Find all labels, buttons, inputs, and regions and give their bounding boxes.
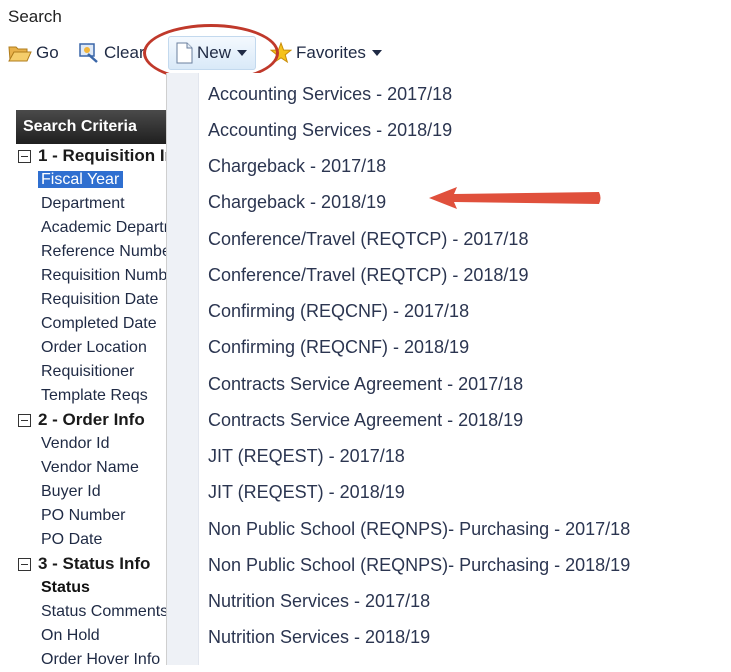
menu-item[interactable]: Accounting Services - 2017/18: [208, 84, 452, 105]
favorites-button[interactable]: Favorites: [270, 38, 382, 68]
clear-label: Clear: [104, 43, 145, 62]
menu-item[interactable]: Accounting Services - 2018/19: [208, 120, 452, 141]
tree-group-label: 2 - Order Info: [38, 410, 145, 429]
tree-group-label: 1 - Requisition Info: [38, 146, 166, 165]
tree-item[interactable]: Reference Number: [16, 240, 166, 264]
tree-item[interactable]: PO Number: [16, 504, 166, 528]
go-label: Go: [36, 43, 59, 62]
collapse-icon[interactable]: [18, 149, 31, 163]
tree-item[interactable]: Department: [16, 192, 166, 216]
tree-item[interactable]: Completed Date: [16, 312, 166, 336]
toolbar: Go Clear New Favorites: [0, 36, 731, 70]
tree-group-requisition[interactable]: 1 - Requisition Info: [16, 144, 166, 168]
tree-item[interactable]: Requisitioner: [16, 360, 166, 384]
menu-item-chargeback-2018-19[interactable]: Chargeback - 2018/19: [208, 192, 386, 213]
tree-item[interactable]: Order Location: [16, 336, 166, 360]
tree-item[interactable]: Academic Department: [16, 216, 166, 240]
menu-item[interactable]: JIT (REQEST) - 2017/18: [208, 446, 405, 467]
annotation-arrow-icon: [429, 187, 601, 209]
search-criteria-header: Search Criteria: [16, 110, 166, 144]
tree-group-status[interactable]: 3 - Status Info: [16, 552, 166, 576]
tree-item[interactable]: Order Hover Info: [16, 648, 166, 672]
page-title: Search: [8, 7, 62, 26]
collapse-icon[interactable]: [18, 413, 31, 427]
chevron-down-icon: [371, 50, 382, 56]
new-label: New: [197, 43, 232, 62]
collapse-icon[interactable]: [18, 557, 31, 571]
tree-item-fiscal-year[interactable]: Fiscal Year: [16, 168, 166, 192]
tree-item[interactable]: PO Date: [16, 528, 166, 552]
menu-item[interactable]: Nutrition Services - 2018/19: [208, 627, 430, 648]
new-document-icon: [176, 42, 193, 64]
menu-item[interactable]: Conference/Travel (REQTCP) - 2018/19: [208, 265, 528, 286]
tree-item[interactable]: Vendor Name: [16, 456, 166, 480]
search-criteria-panel: Search Criteria 1 - Requisition Info Fis…: [16, 110, 166, 670]
menu-item[interactable]: Chargeback - 2017/18: [208, 156, 386, 177]
chevron-down-icon: [237, 50, 248, 56]
tree-item[interactable]: On Hold: [16, 624, 166, 648]
menu-item[interactable]: Confirming (REQCNF) - 2018/19: [208, 337, 469, 358]
menu-item[interactable]: Contracts Service Agreement - 2017/18: [208, 374, 523, 395]
folder-open-icon: [8, 46, 32, 62]
menu-item[interactable]: Non Public School (REQNPS)- Purchasing -…: [208, 555, 630, 576]
clear-icon: [79, 43, 98, 63]
menu-item[interactable]: Non Public School (REQNPS)- Purchasing -…: [208, 519, 630, 540]
tree-group-label: 3 - Status Info: [38, 554, 151, 573]
tree-group-order[interactable]: 2 - Order Info: [16, 408, 166, 432]
menu-item[interactable]: Conference/Travel (REQTCP) - 2017/18: [208, 229, 528, 250]
menu-item[interactable]: JIT (REQEST) - 2018/19: [208, 482, 405, 503]
star-icon: [270, 42, 292, 64]
tree-item[interactable]: Vendor Id: [16, 432, 166, 456]
criteria-tree: 1 - Requisition Info Fiscal Year Departm…: [16, 144, 166, 672]
go-button[interactable]: Go: [8, 38, 59, 68]
tree-item[interactable]: Buyer Id: [16, 480, 166, 504]
tree-item[interactable]: Status Comments: [16, 600, 166, 624]
menu-icon-strip: [167, 73, 199, 665]
favorites-label: Favorites: [296, 43, 366, 62]
tree-item[interactable]: Requisition Date: [16, 288, 166, 312]
new-menu-dropdown: Accounting Services - 2017/18 Accounting…: [166, 73, 731, 665]
tree-item[interactable]: Template Reqs: [16, 384, 166, 408]
tree-item[interactable]: Requisition Number: [16, 264, 166, 288]
menu-item[interactable]: Contracts Service Agreement - 2018/19: [208, 410, 523, 431]
tree-item[interactable]: Status: [16, 576, 166, 600]
menu-item[interactable]: Confirming (REQCNF) - 2017/18: [208, 301, 469, 322]
menu-item[interactable]: Nutrition Services - 2017/18: [208, 591, 430, 612]
new-button[interactable]: New: [168, 36, 257, 70]
clear-button[interactable]: Clear: [78, 38, 145, 68]
